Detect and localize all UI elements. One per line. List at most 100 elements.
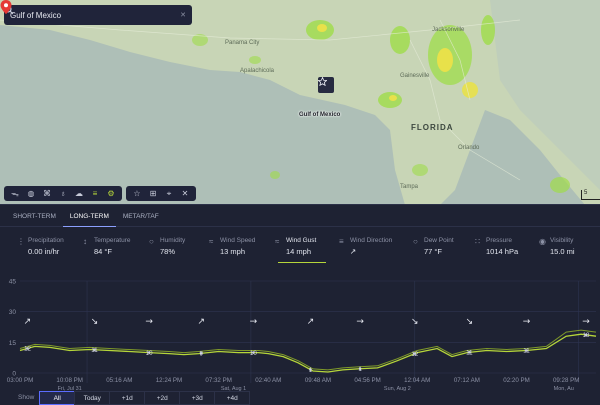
range-all[interactable]: All — [39, 390, 76, 405]
metric-precipitation[interactable]: ⋮ Precipitation 0.00 in/hr — [0, 234, 66, 260]
metric-label: Wind Speed — [220, 237, 256, 244]
metric-label: Precipitation — [28, 237, 64, 244]
data-label: 11 — [466, 350, 473, 357]
metric-selector: ⋮ Precipitation 0.00 in/hr ↕ Temperature… — [0, 234, 600, 263]
metric-value: ↗ — [350, 247, 357, 256]
metric-visibility[interactable]: ◉ Visibility 15.0 mi — [522, 234, 580, 260]
weather-map[interactable]: Panama City Apalachicola Jacksonville Ga… — [0, 0, 600, 205]
wind-direction-arrow: ↗ — [307, 317, 315, 327]
data-label: 9 — [200, 351, 204, 358]
data-label: 10 — [250, 350, 257, 357]
data-label: 11 — [91, 347, 98, 354]
metric-wind-gust[interactable]: ≈ Wind Gust 14 mph — [258, 234, 326, 263]
satellite-icon[interactable]: ⌘ — [39, 187, 55, 200]
x-tick-label: 10:08 PM — [56, 377, 82, 384]
forecast-tabs: SHORT-TERM LONG-TERM METAR/TAF — [0, 205, 600, 227]
metric-value: 78% — [160, 247, 176, 256]
metric-value: 15.0 mi — [550, 247, 575, 256]
x-tick-label: 12:04 AM — [404, 377, 430, 384]
metric-wind-speed[interactable]: ≈ Wind Speed 13 mph — [192, 234, 258, 260]
y-tick-label: 30 — [9, 309, 17, 316]
data-label: 18 — [583, 332, 590, 339]
x-tick-label: 03:00 PM — [7, 377, 33, 384]
grid-icon[interactable]: ⊞ — [145, 187, 161, 200]
favorite-location-button[interactable] — [318, 77, 334, 93]
map-canvas[interactable] — [0, 0, 600, 205]
metric-wind-direction[interactable]: ≡ Wind Direction ↗ — [322, 234, 396, 260]
wind-direction-arrow: ↘ — [411, 317, 419, 327]
data-label: 1 — [309, 367, 313, 374]
drops-icon: ⋮ — [17, 237, 25, 246]
data-label: 11 — [523, 348, 530, 355]
x-tick-label: 09:28 PM — [553, 377, 579, 384]
layers-icon[interactable]: ≡ — [87, 187, 103, 200]
range-plus-2d[interactable]: +2d — [144, 390, 181, 405]
wind-direction-icon: ≡ — [339, 237, 344, 246]
wind-icon[interactable]: ᯓ — [7, 187, 23, 200]
city-label: Tampa — [400, 184, 419, 190]
star-icon[interactable]: ☆ — [129, 187, 145, 200]
location-pin-icon[interactable] — [0, 0, 12, 14]
time-range-selector: Show All Today +1d +2d +3d +4d — [0, 389, 600, 405]
city-label: Panama City — [225, 40, 260, 46]
wind-direction-arrow: → — [250, 317, 258, 327]
pin-icon[interactable]: ♁ — [55, 187, 71, 200]
x-tick-label: 05:16 AM — [106, 377, 132, 384]
wind-direction-arrow: → — [523, 317, 531, 327]
globe-icon[interactable]: ◍ — [23, 187, 39, 200]
forecast-chart[interactable]: 0 15 30 45 03:00 PM 10:08 PM 05:16 AM 12:24 PM 0… — [0, 271, 600, 393]
wind-direction-arrow: → — [582, 317, 590, 327]
wind-direction-arrow: ↘ — [91, 317, 99, 327]
search-input[interactable]: Gulf of Mexico — [10, 11, 180, 20]
city-label: Orlando — [458, 145, 480, 151]
pressure-icon: ∷ — [475, 237, 481, 246]
metric-label: Temperature — [94, 237, 131, 244]
range-plus-3d[interactable]: +3d — [179, 390, 216, 405]
range-plus-4d[interactable]: +4d — [214, 390, 251, 405]
city-label: Jacksonville — [432, 27, 465, 33]
metric-humidity[interactable]: ○ Humidity 78% — [132, 234, 192, 260]
search-bar[interactable]: Gulf of Mexico ✕ — [4, 5, 192, 25]
data-label: 1 — [358, 366, 362, 373]
x-tick-label: 04:56 PM — [354, 377, 380, 384]
layer-controls: ᯓ ◍ ⌘ ♁ ☁ ≡ ⚙ — [4, 186, 122, 201]
close-icon[interactable]: ✕ — [177, 187, 193, 200]
range-plus-1d[interactable]: +1d — [109, 390, 146, 405]
metric-value: 0.00 in/hr — [28, 247, 60, 256]
wind-direction-arrow: → — [356, 317, 364, 327]
state-label: FLORIDA — [411, 123, 454, 132]
tool-controls: ☆ ⊞ ⌖ ✕ — [126, 186, 196, 201]
metric-value: 14 mph — [286, 247, 312, 256]
metric-value: 84 °F — [94, 247, 113, 256]
crosshair-icon[interactable]: ⌖ — [161, 187, 177, 200]
metric-label: Wind Direction — [350, 237, 393, 244]
city-label: Gainesville — [400, 73, 430, 79]
metric-label: Wind Gust — [286, 237, 317, 244]
metric-temperature[interactable]: ↕ Temperature 84 °F — [66, 234, 132, 260]
x-tick-label: 07:32 PM — [205, 377, 231, 384]
weather-app: { "search": { "query": "Gulf of Mexico",… — [0, 0, 600, 405]
clear-search-icon[interactable]: ✕ — [180, 11, 186, 19]
tab-long-term[interactable]: LONG-TERM — [62, 205, 116, 227]
metric-value: 13 mph — [220, 247, 246, 256]
tab-short-term[interactable]: SHORT-TERM — [6, 205, 63, 227]
city-label: Apalachicola — [240, 68, 275, 74]
wind-gust-icon: ≈ — [275, 237, 280, 246]
map-scale: 5 — [581, 190, 600, 200]
metric-label: Pressure — [486, 237, 513, 244]
settings-icon[interactable]: ⚙ — [103, 187, 119, 200]
range-today[interactable]: Today — [74, 390, 111, 405]
x-tick-label: 09:48 AM — [305, 377, 331, 384]
metric-label: Visibility — [550, 237, 574, 244]
tab-metar-taf[interactable]: METAR/TAF — [116, 205, 166, 227]
forecast-panel: SHORT-TERM LONG-TERM METAR/TAF ⋮ Precipi… — [0, 204, 600, 405]
metric-pressure[interactable]: ∷ Pressure 1014 hPa — [458, 234, 522, 260]
data-label: 12 — [24, 346, 31, 353]
pin-label: Gulf of Mexico — [299, 112, 341, 118]
cloud-icon[interactable]: ☁ — [71, 187, 87, 200]
show-label: Show — [18, 394, 35, 401]
metric-dew-point[interactable]: ○ Dew Point 77 °F — [396, 234, 458, 260]
x-tick-label: 07:12 AM — [454, 377, 480, 384]
wind-direction-arrow: ↗ — [197, 317, 205, 327]
chart-svg[interactable]: 015304503:00 PM 10:08 PM 05:16 AM 12:24 PM 0… — [0, 271, 600, 393]
